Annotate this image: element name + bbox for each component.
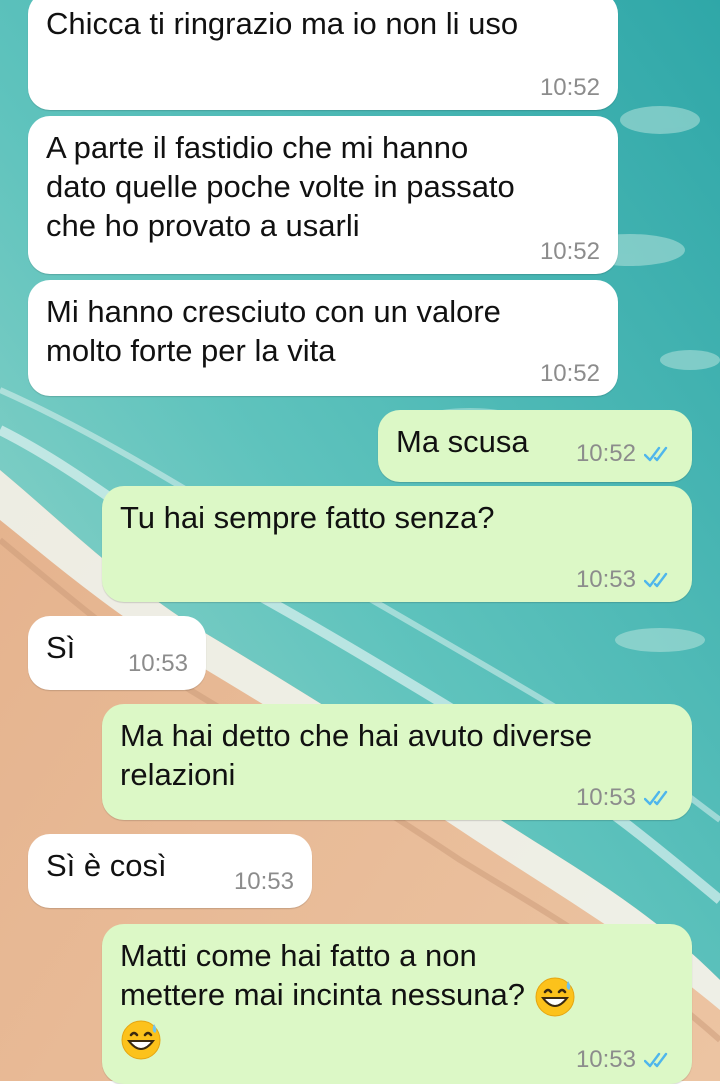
incoming-message[interactable]: Sì 10:53	[28, 616, 206, 690]
message-time: 10:52	[539, 360, 600, 387]
outgoing-message[interactable]: Ma scusa 10:52	[378, 410, 692, 482]
message-meta: 10:53	[234, 868, 294, 896]
incoming-message[interactable]: A parte il fastidio che mi hanno dato qu…	[28, 116, 618, 274]
message-meta: 10:53	[576, 784, 674, 812]
read-receipt-icon	[644, 445, 674, 463]
message-meta: 10:52	[540, 238, 600, 266]
message-text: Ma hai detto che hai avuto diverse relaz…	[120, 718, 593, 792]
outgoing-message[interactable]: Matti come hai fatto a non mettere mai i…	[102, 924, 692, 1084]
grinning-sweat-emoji	[525, 977, 576, 1017]
message-meta: 10:52	[576, 440, 674, 468]
message-time: 10:52	[539, 238, 600, 265]
message-time: 10:52	[575, 440, 636, 467]
read-receipt-icon	[644, 571, 674, 589]
message-text: A parte il fastidio che mi hanno dato qu…	[46, 130, 515, 243]
incoming-message[interactable]: Chicca ti ringrazio ma io non li uso 10:…	[28, 0, 618, 110]
outgoing-message[interactable]: Tu hai sempre fatto senza? 10:53	[102, 486, 692, 602]
message-time: 10:53	[127, 650, 188, 677]
message-text: Tu hai sempre fatto senza?	[120, 500, 495, 535]
message-meta: 10:52	[540, 74, 600, 102]
message-text: Mi hanno cresciuto con un valore molto f…	[46, 294, 501, 368]
message-time: 10:53	[233, 868, 294, 895]
outgoing-message[interactable]: Ma hai detto che hai avuto diverse relaz…	[102, 704, 692, 820]
incoming-message[interactable]: Mi hanno cresciuto con un valore molto f…	[28, 280, 618, 396]
message-meta: 10:53	[576, 566, 674, 594]
message-text-content: Matti come hai fatto a non mettere mai i…	[120, 938, 525, 1012]
message-meta: 10:53	[128, 650, 188, 678]
incoming-message[interactable]: Sì è così 10:53	[28, 834, 312, 908]
message-time: 10:52	[539, 74, 600, 101]
grinning-sweat-emoji	[120, 1020, 162, 1060]
read-receipt-icon	[644, 1051, 674, 1069]
message-time: 10:53	[575, 784, 636, 811]
message-time: 10:53	[575, 566, 636, 593]
message-meta: 10:53	[576, 1046, 674, 1074]
message-text: Matti come hai fatto a non mettere mai i…	[120, 936, 672, 1061]
read-receipt-icon	[644, 789, 674, 807]
message-time: 10:53	[575, 1046, 636, 1073]
message-text: Chicca ti ringrazio ma io non li uso	[46, 6, 519, 41]
message-meta: 10:52	[540, 360, 600, 388]
chat-message-list[interactable]: Chicca ti ringrazio ma io non li uso 10:…	[0, 0, 720, 1084]
